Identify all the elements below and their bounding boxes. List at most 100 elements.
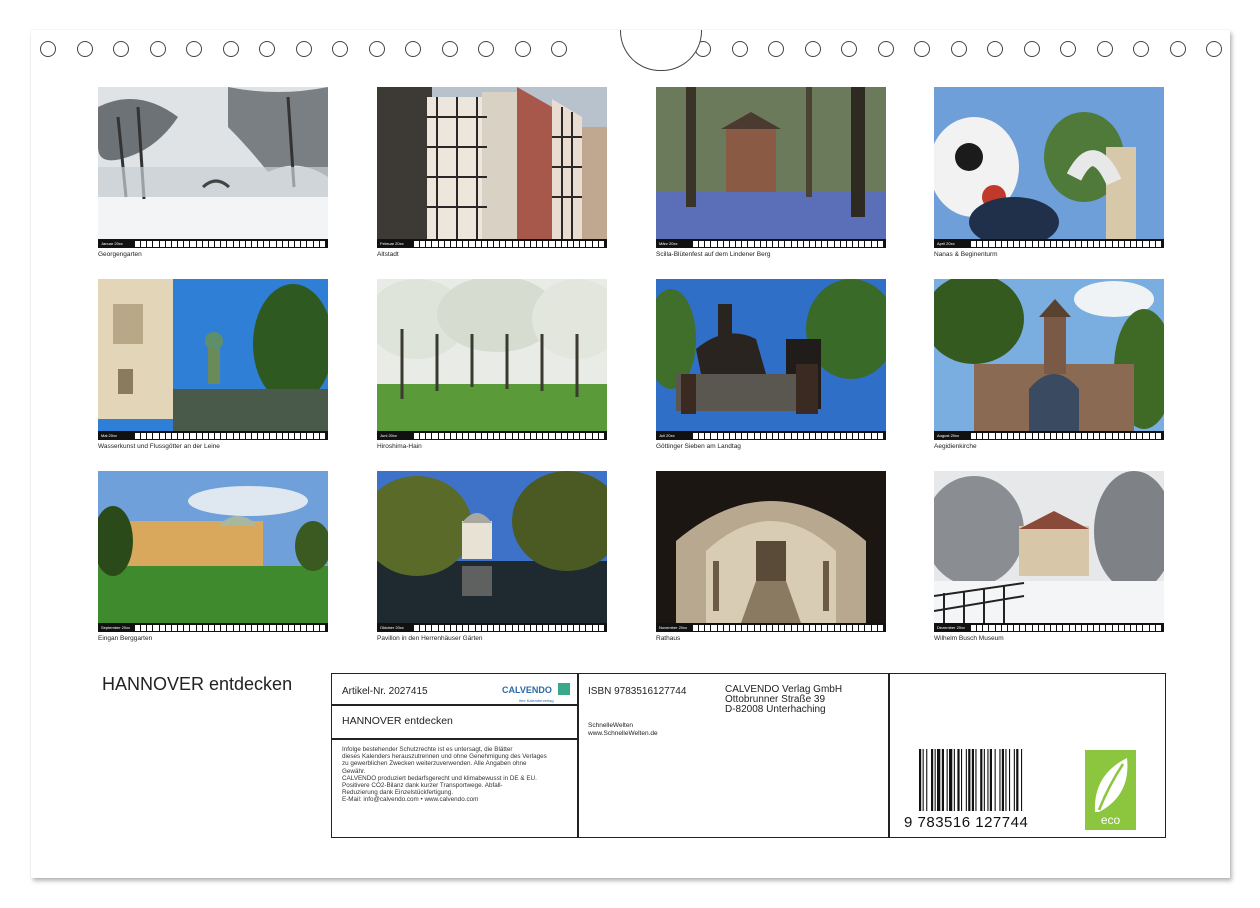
month-label: März 20xx (659, 241, 678, 246)
day-cell (524, 432, 530, 439)
day-cell (288, 240, 295, 247)
day-cell (414, 240, 420, 247)
day-cell (530, 432, 537, 439)
day-cell (580, 432, 586, 439)
day-cell (208, 624, 215, 631)
day-cell (165, 624, 171, 631)
day-cell (153, 240, 159, 247)
day-cell (1149, 624, 1155, 631)
day-cell (1106, 240, 1112, 247)
day-cell (877, 624, 883, 631)
day-cell (705, 624, 711, 631)
day-cell (221, 240, 227, 247)
binding-hole (332, 41, 348, 57)
day-cell (1020, 624, 1026, 631)
binding-hole (1023, 41, 1040, 57)
day-cell (971, 624, 977, 631)
day-cell (742, 432, 748, 439)
day-cell (822, 240, 828, 247)
day-cell (1087, 240, 1094, 247)
day-cell (444, 624, 450, 631)
day-cell (276, 432, 282, 439)
day-cell (208, 240, 215, 247)
day-cell (1124, 240, 1131, 247)
publisher-address: CALVENDO Verlag GmbH Ottobrunner Straße … (725, 685, 842, 715)
barcode-bar (931, 749, 934, 811)
day-cell (567, 624, 574, 631)
day-cell (178, 624, 184, 631)
day-cell (693, 240, 699, 247)
month-label: August 20xx (937, 433, 960, 438)
day-cell (574, 432, 580, 439)
day-cell (773, 432, 779, 439)
binding-hole (1060, 41, 1076, 57)
photo-caption: Göttinger Sieben am Landtag (656, 443, 741, 450)
binding-hole (987, 41, 1003, 57)
day-cell (1094, 432, 1100, 439)
day-cell (233, 432, 239, 439)
photo-hiroshima-hain (377, 279, 607, 431)
barcode-bar (994, 749, 996, 811)
day-cell (239, 624, 245, 631)
day-cell (288, 432, 295, 439)
day-cell (840, 432, 846, 439)
binding-hole (113, 41, 129, 57)
day-cell (1081, 240, 1087, 247)
day-cell (592, 432, 598, 439)
day-cell (475, 624, 481, 631)
legal-notice: Infolge bestehender Schutzrechte ist es … (342, 746, 577, 804)
day-cell (754, 624, 760, 631)
barcode-bar (953, 749, 955, 811)
binding-hole (877, 41, 894, 57)
day-cell (1137, 624, 1143, 631)
day-cell (319, 624, 325, 631)
day-cell (518, 432, 524, 439)
day-cell (450, 240, 457, 247)
day-cell (190, 432, 196, 439)
day-cell (432, 240, 438, 247)
day-cell (1020, 240, 1026, 247)
day-cell (723, 240, 729, 247)
day-cell (785, 624, 791, 631)
day-cell (135, 240, 141, 247)
day-cell (840, 624, 846, 631)
barcode-bar (965, 749, 967, 811)
day-cell (1063, 240, 1069, 247)
day-cell (319, 432, 325, 439)
day-cell (1044, 432, 1051, 439)
month-tile-february: Februar 20xx Altstadt (377, 87, 607, 258)
barcode-bar (957, 749, 960, 811)
day-cell (791, 240, 797, 247)
day-cell (1143, 624, 1149, 631)
product-title: HANNOVER entdecken (342, 715, 453, 727)
day-cell (295, 624, 301, 631)
day-cell (313, 624, 319, 631)
day-cell (580, 240, 586, 247)
day-cell (766, 432, 773, 439)
day-cell (196, 432, 202, 439)
day-cell (549, 240, 555, 247)
barcode-bar (1001, 749, 1004, 811)
day-cell (797, 240, 803, 247)
day-cell (1118, 432, 1124, 439)
day-cell (202, 240, 208, 247)
day-cell (865, 624, 871, 631)
day-cell (258, 240, 264, 247)
day-cell (791, 432, 797, 439)
day-cell (983, 240, 989, 247)
binding-hole (441, 41, 458, 57)
day-cell (717, 432, 723, 439)
day-cell (301, 432, 307, 439)
day-cell (853, 432, 859, 439)
day-cell (877, 240, 883, 247)
day-cell (481, 240, 487, 247)
month-tile-april: April 20xx Nanas & Beginenturm (934, 87, 1164, 258)
day-cell (983, 432, 989, 439)
day-cell (481, 624, 487, 631)
day-cell (147, 624, 153, 631)
day-cell (1124, 624, 1131, 631)
day-cell (822, 432, 828, 439)
day-cell (977, 432, 983, 439)
day-cell (859, 432, 865, 439)
day-cell (1149, 240, 1155, 247)
